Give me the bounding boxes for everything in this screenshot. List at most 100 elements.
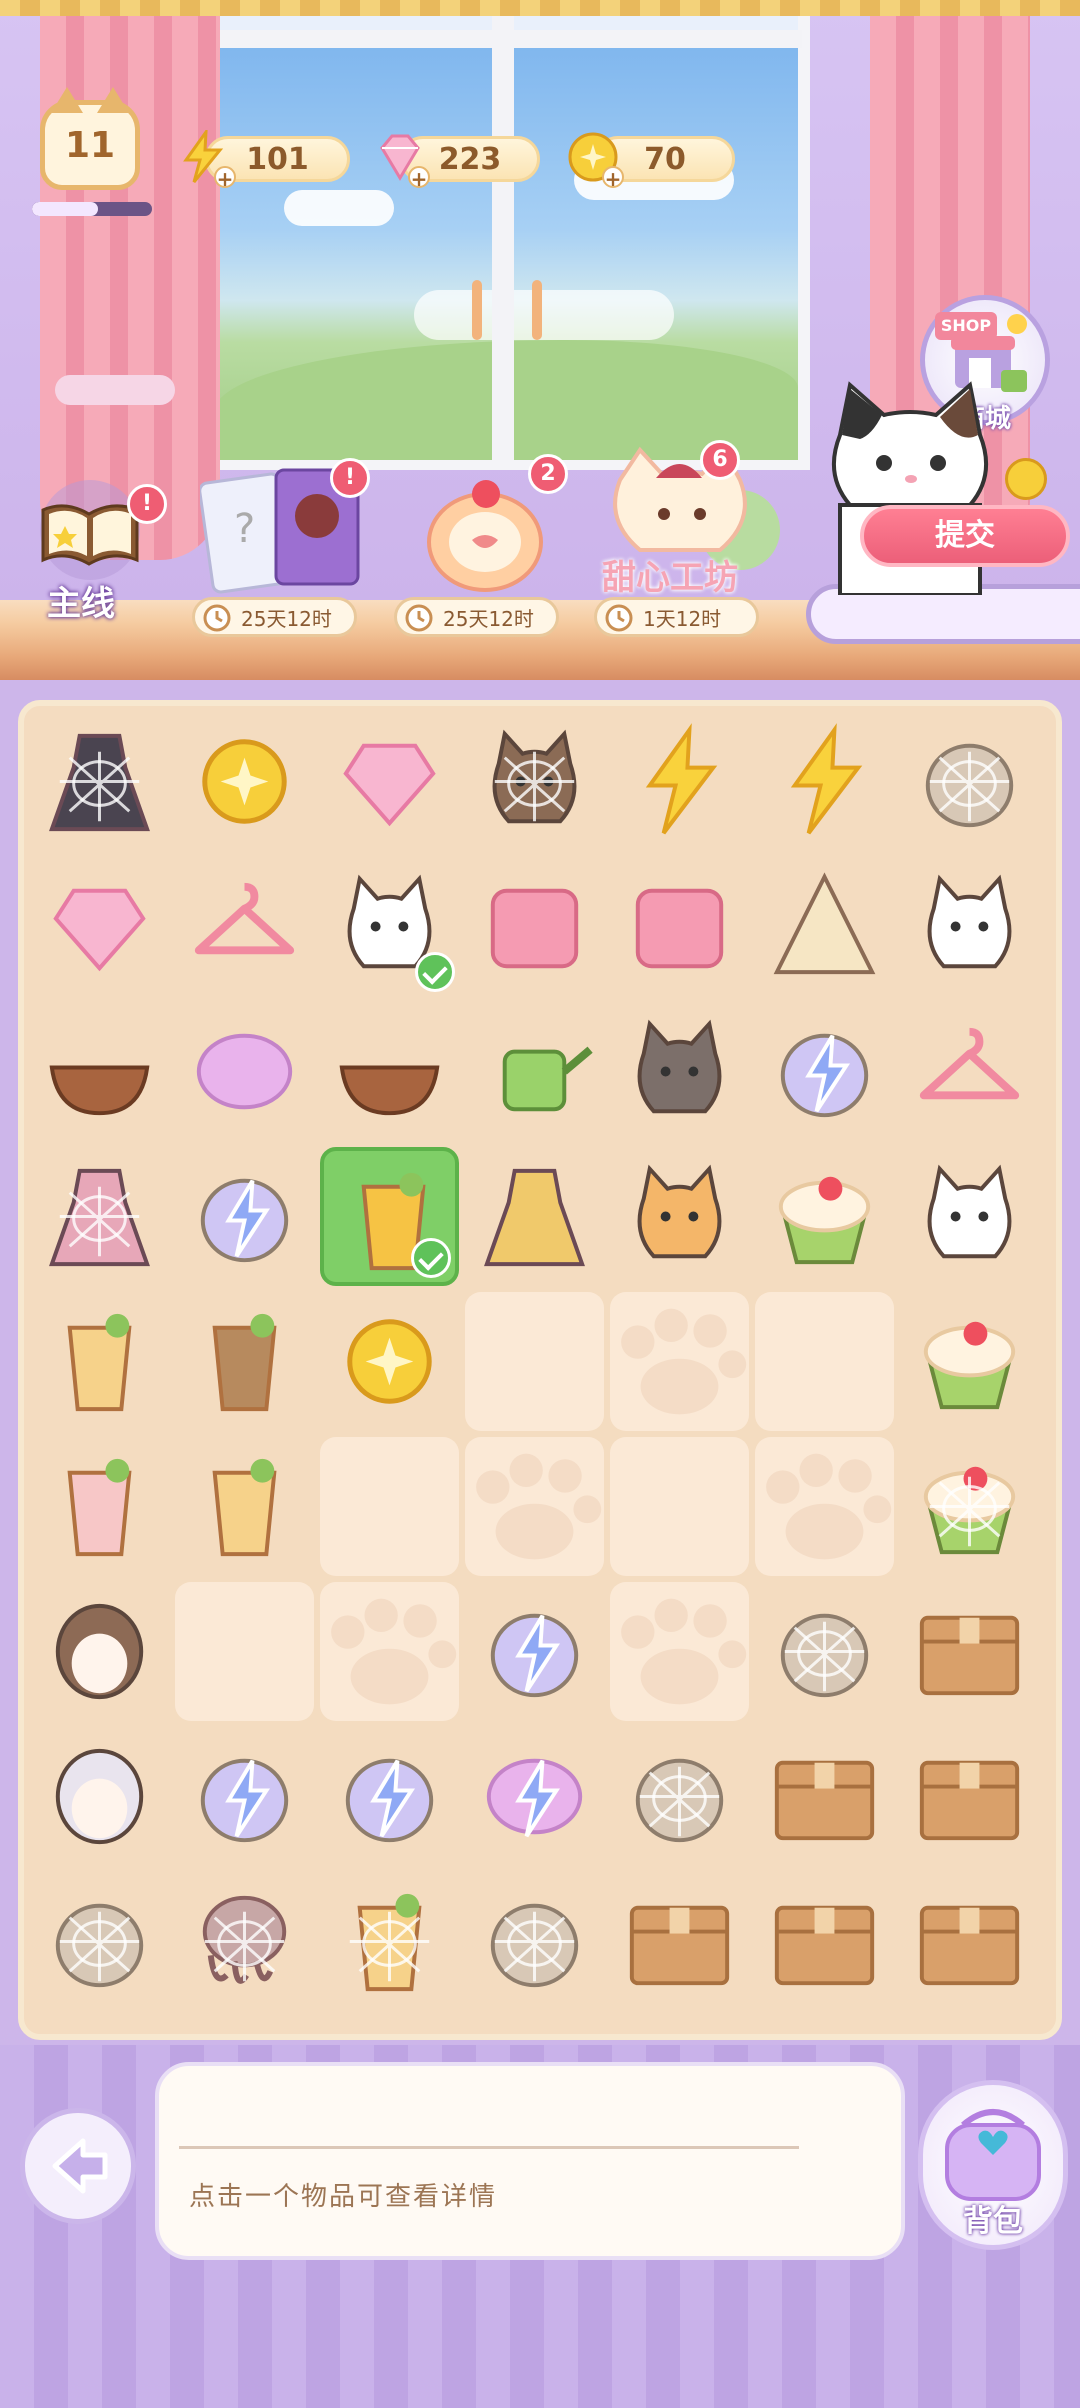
board-cell-watering-can[interactable] xyxy=(465,1002,604,1141)
main-quest-label: 主线 xyxy=(47,584,115,624)
gem-plus-icon[interactable]: + xyxy=(408,166,430,190)
board-cell-lemon-tea[interactable] xyxy=(175,1437,314,1576)
box-icon xyxy=(629,1905,730,1986)
cushion-pink-icon xyxy=(490,888,579,969)
energy-bolt-icon xyxy=(790,723,863,835)
board-cell-cart-cobweb[interactable] xyxy=(30,1872,169,2011)
board-cell-energy-bolt[interactable] xyxy=(755,712,894,851)
board-cell-box[interactable] xyxy=(900,1582,1039,1721)
board-cell-cat-brown-cobweb[interactable] xyxy=(465,712,604,851)
dress-dark-cobweb-icon xyxy=(49,733,150,832)
iced-coffee-icon xyxy=(212,1313,277,1412)
board-cell-gems-pink-big[interactable] xyxy=(30,857,169,996)
board-cell-empty[interactable] xyxy=(320,1582,459,1721)
board-cell-egg-cobweb[interactable] xyxy=(465,1872,604,2011)
board-cell-teapot-cat[interactable] xyxy=(900,1147,1039,1286)
board-cell-box[interactable] xyxy=(900,1872,1039,2011)
board-cell-clothes-rack-cobweb[interactable] xyxy=(900,712,1039,851)
board-cell-cushion-pink[interactable] xyxy=(465,857,604,996)
cake-event-button[interactable]: 2 xyxy=(410,454,568,598)
board-cell-cake-slice[interactable] xyxy=(755,1147,894,1286)
board-cell-empty[interactable] xyxy=(610,1437,749,1576)
bag-label: 背包 xyxy=(963,2204,1023,2239)
board-cell-girl-hair-brown[interactable] xyxy=(30,1582,169,1721)
towel-pink-icon xyxy=(635,888,724,969)
paw-print-icon xyxy=(766,1453,892,1560)
board-cell-iced-coffee[interactable] xyxy=(175,1292,314,1431)
board-cell-coin[interactable] xyxy=(320,1292,459,1431)
board-cell-coins-pile[interactable] xyxy=(175,712,314,851)
taco-cat-icon xyxy=(927,874,1012,969)
board-cell-empty[interactable] xyxy=(610,1292,749,1431)
card-event-button[interactable]: ? ! xyxy=(200,458,370,598)
board-cell-swing-lightning[interactable] xyxy=(465,1582,604,1721)
board-cell-tea-cup[interactable] xyxy=(30,1292,169,1431)
level-badge[interactable]: 11 xyxy=(40,87,140,190)
bubble-lightning-icon xyxy=(486,1758,583,1838)
energy-plus-icon[interactable]: + xyxy=(214,166,236,190)
board-cell-empty[interactable] xyxy=(465,1437,604,1576)
board-cell-octopus-cobweb[interactable] xyxy=(175,1872,314,2011)
board-cell-empty[interactable] xyxy=(465,1292,604,1431)
board-cell-bubble-pink[interactable] xyxy=(175,1002,314,1141)
board-cell-drink-orange[interactable] xyxy=(320,1147,459,1286)
submit-button[interactable]: 提交 xyxy=(860,505,1070,567)
workshop-label: 甜心工坊 xyxy=(602,558,738,598)
board-cell-cat-orange[interactable] xyxy=(610,1147,749,1286)
cat-gray-icon xyxy=(637,1019,722,1114)
board-cell-tent-teepee[interactable] xyxy=(755,857,894,996)
board-cell-dress-dark-cobweb[interactable] xyxy=(30,712,169,851)
board-cell-bike-lightning[interactable] xyxy=(320,1727,459,1866)
board-cell-box[interactable] xyxy=(610,1872,749,2011)
board-cell-bowl-brown[interactable] xyxy=(30,1002,169,1141)
check-icon xyxy=(415,952,455,992)
board-cell-cupcake-green[interactable] xyxy=(900,1292,1039,1431)
board-cell-hanger-towel[interactable] xyxy=(175,857,314,996)
xp-fill xyxy=(32,202,98,216)
board-cell-shell-cobweb[interactable] xyxy=(755,1582,894,1721)
board-cell-cat-gray[interactable] xyxy=(610,1002,749,1141)
board-cell-taco-cat[interactable] xyxy=(900,857,1039,996)
item-info-panel: 点击一个物品可查看详情 xyxy=(155,2062,905,2260)
board-cell-hat-cobweb[interactable] xyxy=(610,1727,749,1866)
bubble-pink-icon xyxy=(196,1033,293,1110)
board-cell-box[interactable] xyxy=(755,1727,894,1866)
board-cell-cupcake-cobweb[interactable] xyxy=(900,1437,1039,1576)
board-cell-dress-gold[interactable] xyxy=(465,1147,604,1286)
board-cell-box[interactable] xyxy=(755,1872,894,2011)
board-cell-cat-calico[interactable] xyxy=(320,857,459,996)
board-cell-bubble-lightning[interactable] xyxy=(465,1727,604,1866)
board-cell-vending-lightning[interactable] xyxy=(175,1727,314,1866)
berry-drink-cobweb-icon xyxy=(349,1893,430,1992)
board-cell-berry-drink-cobweb[interactable] xyxy=(320,1872,459,2011)
board-cell-empty[interactable] xyxy=(320,1437,459,1576)
coin-plus-icon[interactable]: + xyxy=(602,166,624,190)
board-cell-dress-pink-cobweb[interactable] xyxy=(30,1147,169,1286)
coin-icon xyxy=(347,1319,432,1404)
gems-pink-big-icon xyxy=(53,888,146,972)
back-button[interactable] xyxy=(20,2108,136,2224)
board-cell-girl-hair-white[interactable] xyxy=(30,1727,169,1866)
board-cell-empty[interactable] xyxy=(175,1582,314,1721)
board-cell-empty[interactable] xyxy=(755,1437,894,1576)
info-hint-text: 点击一个物品可查看详情 xyxy=(189,2182,498,2212)
board-cell-energy-bolts[interactable] xyxy=(610,712,749,851)
workshop-timer-text: 1天12时 xyxy=(643,606,722,631)
board-cell-flower-crate-lightning[interactable] xyxy=(175,1147,314,1286)
cart-cobweb-icon xyxy=(55,1903,144,1988)
board-cell-empty[interactable] xyxy=(610,1582,749,1721)
board-cell-box[interactable] xyxy=(900,1727,1039,1866)
coins-pile-icon xyxy=(202,739,287,824)
workshop-button[interactable]: 6 甜心工坊 xyxy=(590,440,790,600)
board-cell-gems-pink[interactable] xyxy=(320,712,459,851)
board-cell-strawberry-drink[interactable] xyxy=(30,1437,169,1576)
board-cell-lamp-lightning[interactable] xyxy=(755,1002,894,1141)
board-cell-empty[interactable] xyxy=(755,1292,894,1431)
cake-event-timer-text: 25天12时 xyxy=(443,606,534,631)
board-cell-cereal-bowl[interactable] xyxy=(320,1002,459,1141)
board-cell-towel-pink[interactable] xyxy=(610,857,749,996)
paw-print-icon xyxy=(476,1453,602,1560)
energy-bolts-icon xyxy=(645,723,718,835)
main-quest-button[interactable]: ! 主线 xyxy=(25,470,167,624)
board-cell-hanger-pink[interactable] xyxy=(900,1002,1039,1141)
